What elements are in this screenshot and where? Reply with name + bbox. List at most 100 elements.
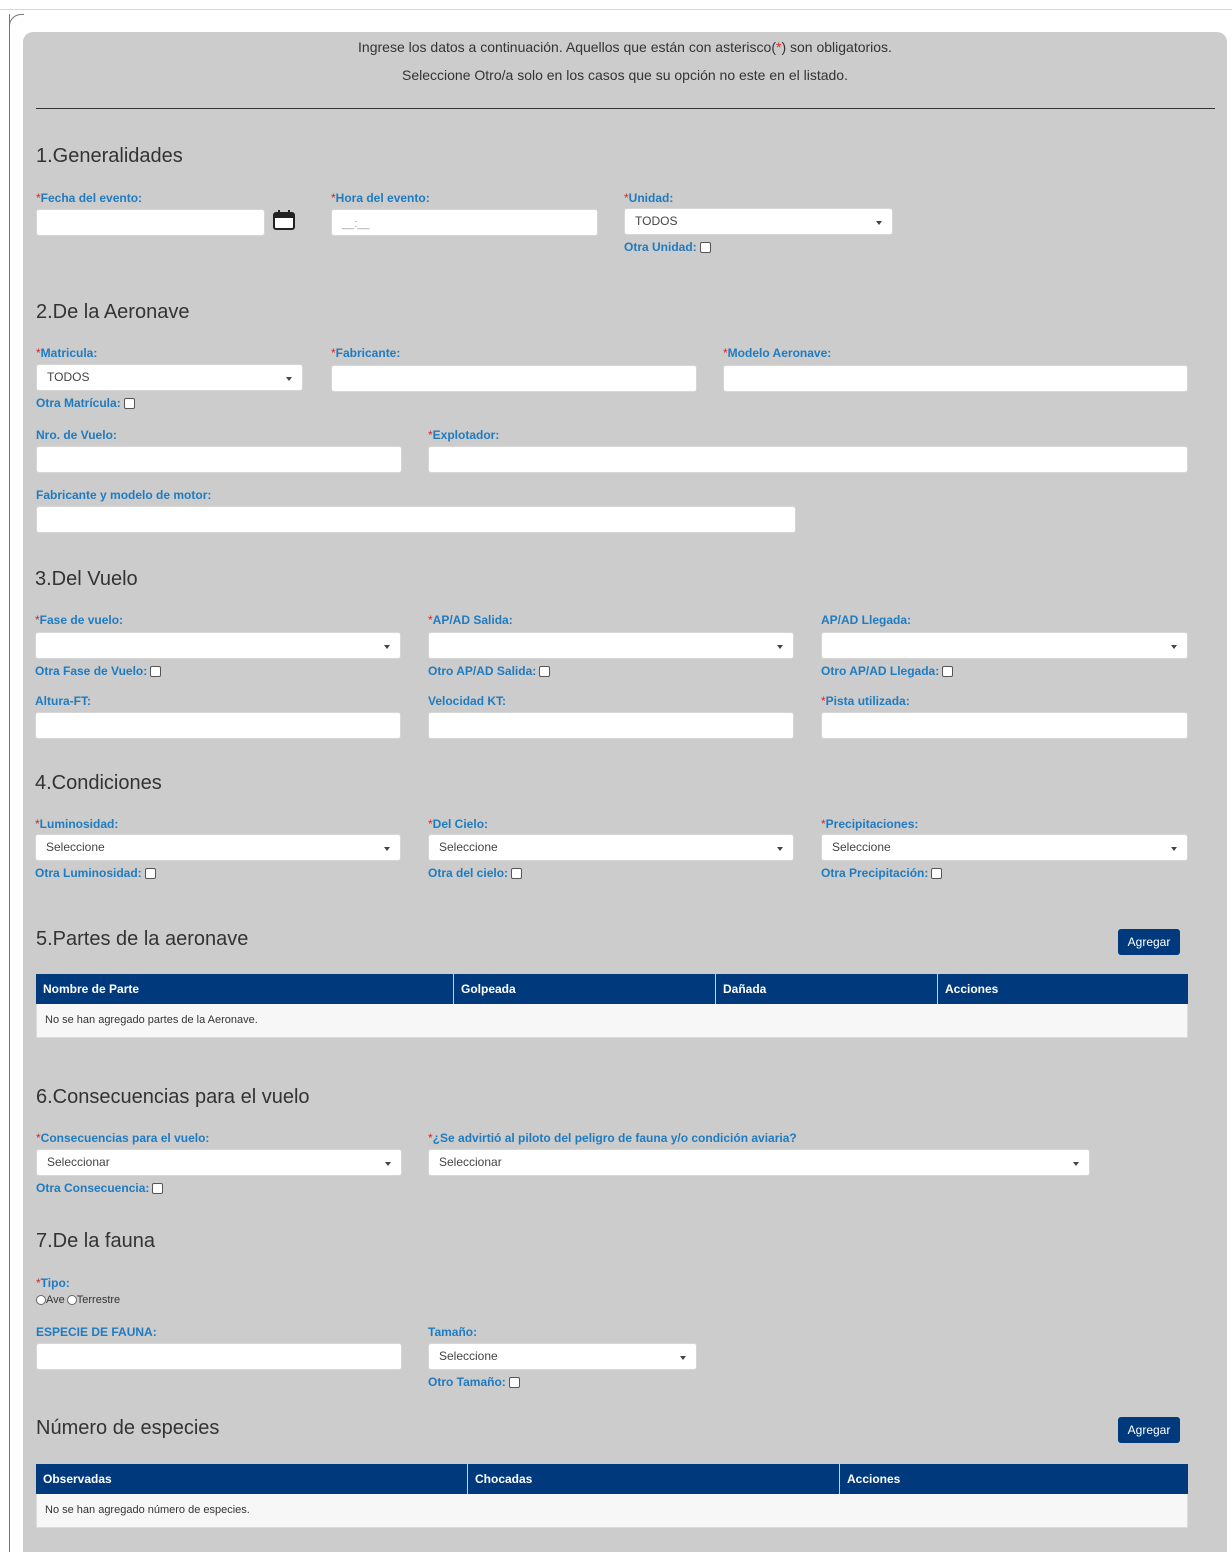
consecuencias-label: *Consecuencias para el vuelo: [36,1131,209,1145]
intro-text: Ingrese los datos a continuación. Aquell… [358,39,776,55]
calendar-icon[interactable] [273,210,295,235]
tamano-select[interactable]: Seleccione [428,1343,697,1370]
label-text: Matricula: [40,346,98,360]
otra-cielo-checkbox[interactable] [511,867,523,879]
modelo-input[interactable] [723,365,1188,392]
motor-label: Fabricante y modelo de motor: [36,488,212,502]
checkbox-label: Otra del cielo: [428,866,509,880]
otra-fase-checkbox[interactable] [150,665,162,677]
luminosidad-select[interactable]: Seleccione [35,834,401,861]
label-text: Unidad: [628,191,674,205]
pista-input[interactable] [821,712,1188,739]
label-text: Del Cielo: [432,817,489,831]
otra-luminosidad-checkbox[interactable] [144,867,156,879]
otro-llegada-checkbox[interactable] [942,665,954,677]
tipo-radio-group: Ave Terrestre [36,1294,120,1306]
section-title-aeronave: 2.De la Aeronave [36,301,190,323]
unidad-select[interactable]: TODOS [624,208,893,235]
consecuencias-select[interactable]: Seleccionar [36,1149,402,1176]
otra-precip-checkbox[interactable] [931,867,943,879]
chevron-down-icon [384,847,390,851]
label-text: Precipitaciones: [825,817,919,831]
advirtio-select[interactable]: Seleccionar [428,1149,1090,1176]
intro-line-1: Ingrese los datos a continuación. Aquell… [23,39,1227,55]
chevron-down-icon [384,645,390,649]
chevron-down-icon [1171,645,1177,649]
hora-input[interactable]: __:__ [331,209,598,236]
motor-input[interactable] [36,506,796,533]
velocidad-input[interactable] [428,712,794,739]
form-panel: Ingrese los datos a continuación. Aquell… [23,32,1227,1552]
partes-table-header: Nombre de Parte Golpeada Dañada Acciones [36,974,1188,1004]
otra-matricula-checkbox[interactable] [123,397,135,409]
checkbox-label: Otra Consecuencia: [36,1181,150,1195]
label-text: Explotador: [432,428,500,442]
select-value: TODOS [47,370,90,384]
label-text: Fabricante: [335,346,401,360]
section-title-generalidades: 1.Generalidades [36,145,183,167]
intro-line-2: Seleccione Otro/a solo en los casos que … [402,67,848,83]
frame-border [9,14,10,554]
altura-input[interactable] [35,712,401,739]
advirtio-label: *¿Se advirtió al piloto del peligro de f… [428,1131,797,1145]
column-header: Golpeada [454,974,716,1004]
checkbox-label: Otro Tamaño: [428,1375,506,1389]
select-value: Seleccione [832,840,891,854]
section-title-fauna: 7.De la fauna [36,1230,155,1252]
precip-select[interactable]: Seleccione [821,834,1188,861]
matricula-select[interactable]: TODOS [36,364,303,391]
precip-label: *Precipitaciones: [821,817,918,831]
label-text: Pista utilizada: [825,694,910,708]
otro-llegada-option: Otro AP/AD Llegada: [821,664,954,678]
checkbox-label: Otra Luminosidad: [35,866,142,880]
fase-select[interactable] [35,632,401,659]
otro-salida-checkbox[interactable] [539,665,551,677]
radio-terrestre[interactable] [66,1295,77,1305]
pista-label: *Pista utilizada: [821,694,910,708]
explotador-input[interactable] [428,446,1188,473]
label-text: Modelo Aeronave: [727,346,832,360]
altura-label: Altura-FT: [35,694,91,708]
calendar-icon-svg [273,210,295,230]
select-value: Seleccionar [439,1155,502,1169]
chevron-down-icon [286,377,292,381]
otra-precip-option: Otra Precipitación: [821,866,943,880]
otra-unidad-checkbox[interactable] [699,241,711,253]
chevron-down-icon [777,847,783,851]
chevron-down-icon [385,1162,391,1166]
column-header: Acciones [945,982,999,996]
select-value: Seleccionar [47,1155,110,1169]
otra-consecuencia-checkbox[interactable] [152,1182,164,1194]
radio-ave[interactable] [36,1295,46,1305]
agregar-partes-button[interactable]: Agregar [1118,929,1180,955]
intro-separator [36,108,1215,109]
fabricante-input[interactable] [331,365,697,392]
select-value: Seleccione [439,1349,498,1363]
otra-cielo-option: Otra del cielo: [428,866,523,880]
especie-label: ESPECIE DE FAUNA: [36,1325,157,1339]
agregar-especies-button[interactable]: Agregar [1118,1417,1180,1443]
top-divider [0,9,1232,10]
fecha-input[interactable] [36,209,265,236]
especie-input[interactable] [36,1343,402,1370]
nro-vuelo-input[interactable] [36,446,402,473]
checkbox-label: Otra Precipitación: [821,866,929,880]
otro-tamano-checkbox[interactable] [508,1376,520,1388]
section-title-partes: 5.Partes de la aeronave [36,928,249,950]
otra-consecuencia-option: Otra Consecuencia: [36,1181,164,1195]
fecha-label: *Fecha del evento: [36,191,142,205]
section-title-consecuencias: 6.Consecuencias para el vuelo [36,1086,310,1108]
checkbox-label: Otra Fase de Vuelo: [35,664,148,678]
luminosidad-label: *Luminosidad: [35,817,118,831]
section-title-numero-especies: Número de especies [36,1417,220,1439]
velocidad-label: Velocidad KT: [428,694,507,708]
llegada-select[interactable] [821,632,1188,659]
modelo-label: *Modelo Aeronave: [723,346,831,360]
label-text: Fecha del evento: [40,191,143,205]
cielo-select[interactable]: Seleccione [428,834,794,861]
label-text: Hora del evento: [335,191,430,205]
tipo-label: *Tipo: [36,1276,70,1290]
salida-select[interactable] [428,632,794,659]
label-text: AP/AD Salida: [432,613,513,627]
checkbox-label: Otra Matrícula: [36,396,121,410]
